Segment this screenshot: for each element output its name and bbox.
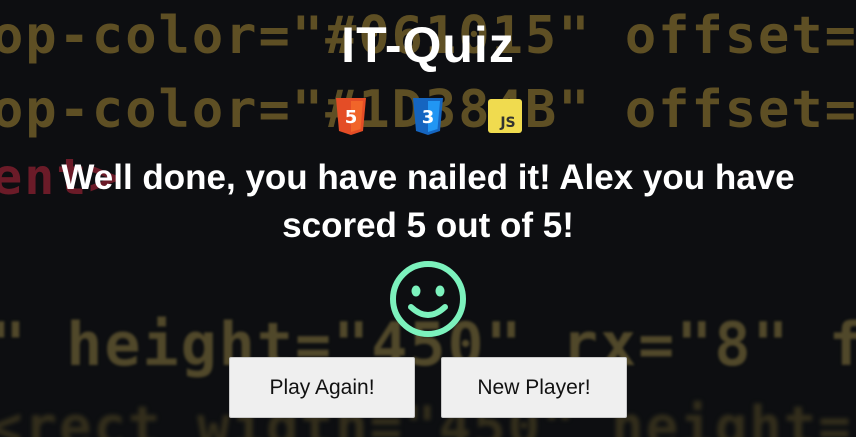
svg-text:3: 3	[422, 107, 435, 128]
quiz-result-screen: IT-Quiz 5 3 JS Well done, you have naile…	[0, 0, 856, 437]
play-again-button[interactable]: Play Again!	[229, 357, 415, 418]
html5-icon: 5	[332, 96, 370, 136]
result-line-2: scored 5 out of 5!	[282, 206, 574, 245]
javascript-icon: JS	[486, 96, 524, 136]
svg-text:5: 5	[345, 107, 358, 128]
tech-icons: 5 3 JS	[0, 96, 856, 136]
smiley-face-icon	[388, 259, 468, 339]
svg-text:JS: JS	[499, 115, 515, 131]
new-player-button[interactable]: New Player!	[441, 357, 627, 418]
css3-icon: 3	[409, 96, 447, 136]
page-title: IT-Quiz	[341, 17, 515, 73]
result-message: Well done, you have nailed it! Alex you …	[0, 154, 856, 250]
result-line-1: Well done, you have nailed it! Alex you …	[61, 158, 795, 197]
